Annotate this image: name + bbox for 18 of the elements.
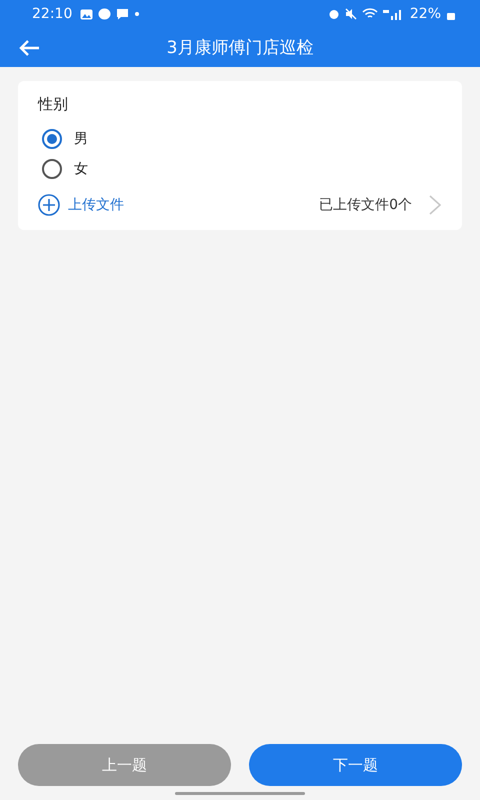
uploaded-count: 已上传文件0个 [319,196,412,214]
gallery-icon [80,8,94,20]
message-icon [116,8,130,20]
option-label: 男 [74,130,88,148]
back-arrow-icon[interactable] [18,38,40,56]
status-time: 22:10 [32,6,72,22]
option-label: 女 [74,160,88,178]
mute-icon [344,8,357,20]
page-title: 3月康师傅门店巡检 [166,37,314,59]
next-button[interactable]: 下一题 [249,744,462,786]
radio-button[interactable] [42,159,62,179]
add-icon[interactable] [38,194,60,216]
question-title: 性别 [38,95,69,114]
upload-file-link[interactable]: 上传文件 [68,196,124,214]
battery-percent: 22% [410,6,441,22]
wifi-icon [362,8,378,20]
dot-icon [134,11,140,17]
radio-button[interactable] [42,129,62,149]
